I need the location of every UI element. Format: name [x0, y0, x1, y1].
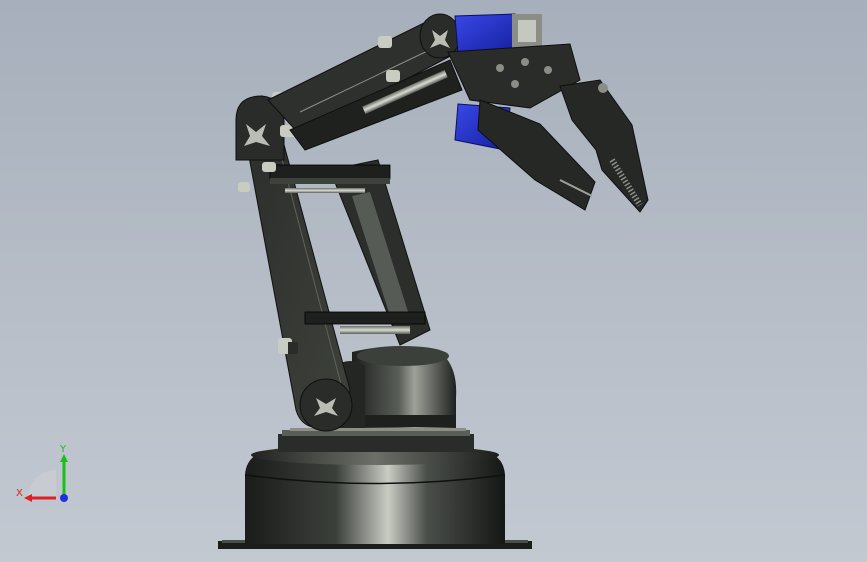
robot-arm-model[interactable]	[0, 0, 867, 562]
x-axis-label: X	[16, 488, 23, 499]
shoulder-housing[interactable]	[335, 346, 457, 428]
y-axis-label: Y	[59, 444, 67, 455]
base-drum[interactable]	[244, 445, 506, 544]
cad-viewport[interactable]: X Y	[0, 0, 867, 562]
y-axis-arrow-head	[60, 454, 68, 462]
turntable[interactable]	[278, 428, 474, 452]
gripper-bracket[interactable]	[447, 43, 581, 109]
orientation-triad[interactable]: X Y	[10, 440, 80, 510]
z-axis-dot	[60, 494, 68, 502]
x-axis-arrow-head	[24, 494, 32, 502]
